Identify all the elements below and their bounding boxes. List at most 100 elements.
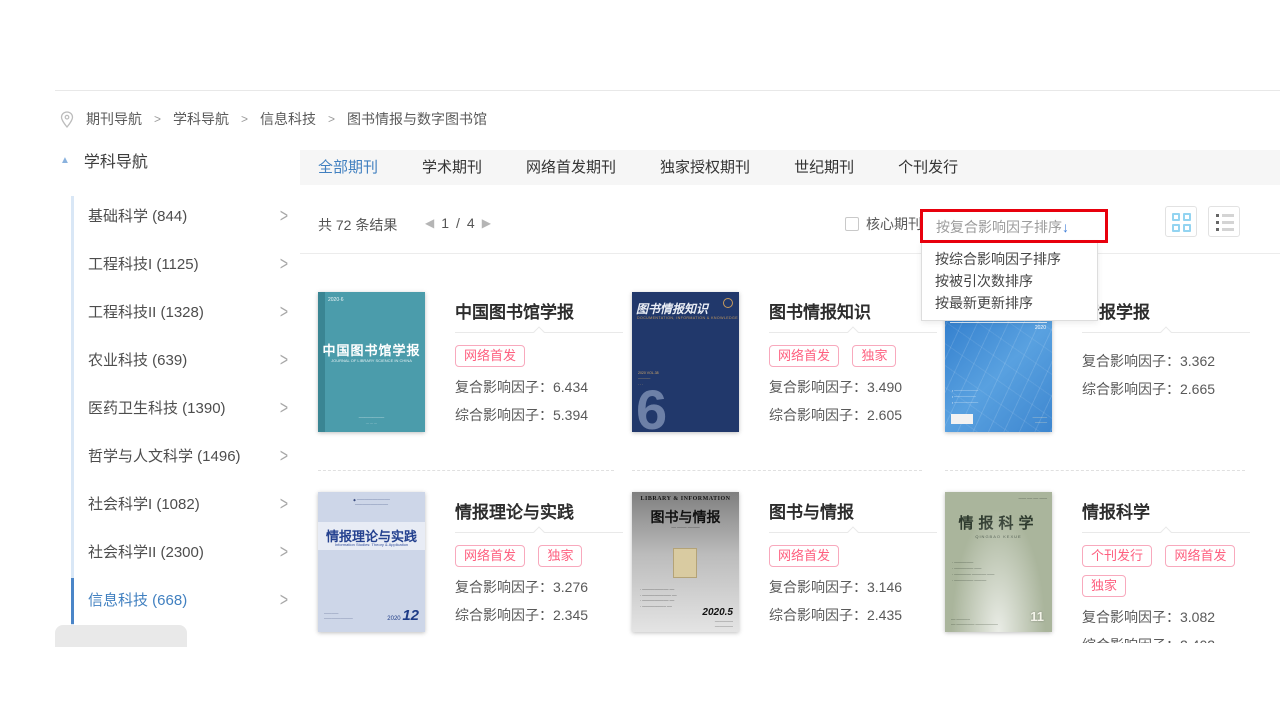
chevron-right-icon: > (280, 348, 288, 370)
clipped-row: 综合影响因子：2.402 (1082, 635, 1257, 643)
breadcrumb-item[interactable]: 学科导航 (173, 109, 229, 129)
sidebar-item-label: 信息科技 (668) (88, 589, 187, 610)
breadcrumb-separator: > (154, 112, 161, 126)
tab-exclusive-journals[interactable]: 独家授权期刊 (660, 150, 750, 185)
results-count: 共 72 条结果 (318, 215, 397, 235)
sidebar-rail (71, 196, 74, 628)
journal-cover[interactable]: ◆ ────────────────────────── 情报理论与实践 Inf… (318, 492, 425, 632)
journal-cover[interactable]: ─── ── ── ─── 情报科学 QINGBAO KEXUE · ─────… (945, 492, 1052, 632)
current-page: 1 (441, 215, 449, 231)
journal-title[interactable]: 情报学报 (1082, 298, 1257, 323)
badge-online-first: 网络首发 (769, 545, 839, 567)
sidebar-item-medicine[interactable]: 医药卫生科技 (1390)> (88, 383, 268, 431)
sidebar-item-information-technology[interactable]: 信息科技 (668)> (88, 575, 268, 623)
sidebar-item-label: 工程科技I (1125) (88, 253, 199, 274)
cover-barcode (951, 414, 973, 424)
sort-option-comprehensive-factor[interactable]: 按综合影响因子排序 (922, 248, 1097, 270)
sidebar-item-engineering-1[interactable]: 工程科技I (1125)> (88, 239, 268, 287)
cover-subtitle: Information Studies: Theory & Applicatio… (318, 542, 425, 547)
sidebar-item-social-science-2[interactable]: 社会科学II (2300)> (88, 527, 268, 575)
sidebar-title[interactable]: ▲ 学科导航 (60, 148, 148, 172)
breadcrumb-separator: > (241, 112, 248, 126)
tab-century-journals[interactable]: 世纪期刊 (794, 150, 854, 185)
sort-option-citations[interactable]: 按被引次数排序 (922, 270, 1097, 292)
pagination: ◀ 1 / 4 ▶ (425, 215, 491, 231)
composite-impact-factor: 复合影响因子：3.146 (769, 577, 944, 597)
journal-title[interactable]: 图书情报知识 (769, 298, 944, 323)
breadcrumb: 期刊导航 > 学科导航 > 信息科技 > 图书情报与数字图书馆 (60, 108, 487, 130)
tab-academic-journals[interactable]: 学术期刊 (422, 150, 482, 185)
sidebar-item-engineering-2[interactable]: 工程科技II (1328)> (88, 287, 268, 335)
cover-issue: 2020.5 (702, 607, 733, 618)
chevron-right-icon: > (280, 252, 288, 274)
sidebar-item-label: 社会科学II (2300) (88, 541, 204, 562)
journal-cover[interactable]: 2020·6 中国图书馆学报 JOURNAL OF LIBRARY SCIENC… (318, 292, 425, 432)
cover-footer-text: ─────────── (1033, 416, 1047, 426)
core-journal-label: 核心期刊 (866, 214, 922, 234)
list-view-button[interactable] (1208, 206, 1240, 237)
comprehensive-impact-factor: 综合影响因子：5.394 (455, 405, 630, 425)
cover-issue-number: 6 (636, 377, 667, 432)
badge-exclusive: 独家 (1082, 575, 1126, 597)
hidden-section-top (55, 625, 187, 647)
journal-cover[interactable]: 图书情报知识 DOCUMENTATION, INFORMATION & KNOW… (632, 292, 739, 432)
cover-title: 情报科学 (945, 512, 1052, 533)
breadcrumb-item[interactable]: 信息科技 (260, 109, 316, 129)
page-separator: / (456, 215, 460, 231)
title-underline (1082, 532, 1250, 533)
cover-header-text: ◆ ────────────────────────── (318, 498, 425, 508)
collapse-arrow-icon[interactable]: ▲ (60, 155, 70, 166)
cover-stamp-image (673, 548, 697, 578)
sidebar-item-social-science-1[interactable]: 社会科学I (1082)> (88, 479, 268, 527)
header-divider (55, 90, 1280, 91)
journal-navigation-page: 期刊导航 > 学科导航 > 信息科技 > 图书情报与数字图书馆 ▲ 学科导航 基… (0, 0, 1280, 720)
title-underline (455, 332, 623, 333)
sort-descending-arrow-icon: ↓ (1062, 219, 1069, 235)
sort-dropdown-button[interactable]: 按复合影响因子排序↓ (936, 217, 1069, 237)
cover-title: 图书与情报 (632, 507, 739, 527)
tab-individual-journals[interactable]: 个刊发行 (898, 150, 958, 185)
grid-view-button[interactable] (1165, 206, 1197, 237)
breadcrumb-item-current: 图书情报与数字图书馆 (347, 109, 487, 129)
sidebar-item-basic-science[interactable]: 基础科学 (844)> (88, 191, 268, 239)
cover-header-text: LIBRARY & INFORMATION (632, 496, 739, 502)
chevron-right-icon: > (280, 300, 288, 322)
title-underline (769, 532, 937, 533)
chevron-right-icon: > (280, 444, 288, 466)
cover-subtitle: JOURNAL OF LIBRARY SCIENCE IN CHINA (318, 358, 425, 363)
core-journal-filter: 核心期刊 (845, 214, 922, 234)
sidebar-item-agriculture[interactable]: 农业科技 (639)> (88, 335, 268, 383)
cover-subtitle: QINGBAO KEXUE (945, 534, 1052, 539)
badge-online-first: 网络首发 (769, 345, 839, 367)
sidebar-item-label: 社会科学I (1082) (88, 493, 200, 514)
journal-title[interactable]: 情报理论与实践 (455, 498, 630, 523)
sidebar-item-label: 农业科技 (639) (88, 349, 187, 370)
chevron-right-icon: > (280, 540, 288, 562)
location-pin-icon (60, 111, 74, 128)
journal-title[interactable]: 中国图书馆学报 (455, 298, 630, 323)
cover-footer-text: ········· (318, 421, 425, 426)
breadcrumb-item[interactable]: 期刊导航 (86, 109, 142, 129)
tab-all-journals[interactable]: 全部期刊 (318, 150, 378, 185)
sidebar-rail-active-segment (71, 578, 74, 624)
total-pages: 4 (467, 215, 475, 231)
journal-cover[interactable]: LIBRARY & INFORMATION 图书与情报 ── ──── ────… (632, 492, 739, 632)
prev-page-icon[interactable]: ◀ (425, 216, 434, 230)
cover-subtitle: DOCUMENTATION, INFORMATION & KNOWLEDGE (637, 316, 738, 320)
badge-individual-publishing: 个刊发行 (1082, 545, 1152, 567)
composite-impact-factor: 复合影响因子：3.276 (455, 577, 630, 597)
tab-online-first-journals[interactable]: 网络首发期刊 (526, 150, 616, 185)
sidebar-item-philosophy[interactable]: 哲学与人文科学 (1496)> (88, 431, 268, 479)
core-journal-checkbox[interactable] (845, 217, 859, 231)
sort-option-latest-update[interactable]: 按最新更新排序 (922, 292, 1097, 314)
chevron-right-icon: > (280, 396, 288, 418)
badge-exclusive: 独家 (538, 545, 582, 567)
cover-footer-text: ── ──────── ──────── ────────── (951, 617, 998, 626)
row-divider (632, 470, 922, 471)
chevron-right-icon: > (280, 588, 288, 610)
journal-title[interactable]: 图书与情报 (769, 498, 944, 523)
journal-title[interactable]: 情报科学 (1082, 498, 1257, 523)
badge-exclusive: 独家 (852, 345, 896, 367)
sidebar-item-label: 工程科技II (1328) (88, 301, 204, 322)
next-page-icon[interactable]: ▶ (482, 216, 491, 230)
